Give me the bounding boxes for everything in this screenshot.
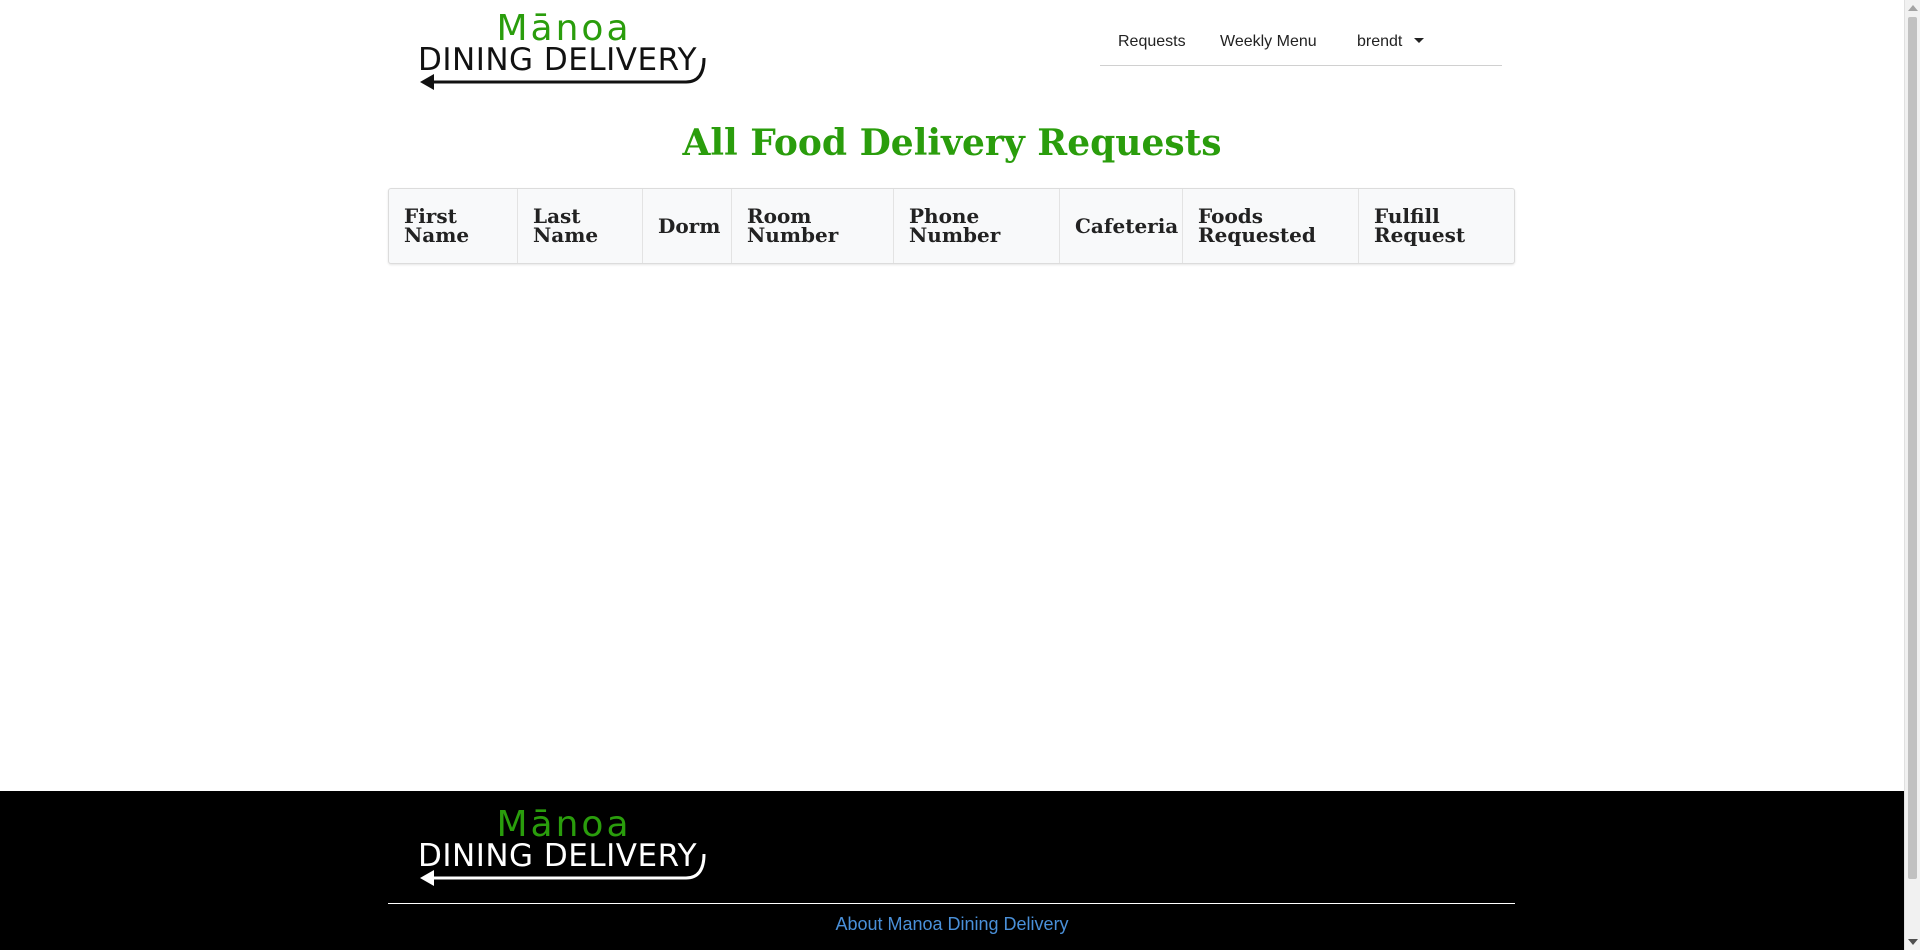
header-first-name: First Name — [389, 189, 518, 263]
nav-user-dropdown[interactable]: brendt — [1357, 32, 1425, 52]
scroll-thumb[interactable] — [1908, 17, 1917, 879]
nav-user-label: brendt — [1357, 33, 1403, 50]
nav-requests[interactable]: Requests — [1118, 32, 1186, 52]
vertical-scrollbar[interactable] — [1904, 0, 1920, 950]
caret-down-icon — [1414, 38, 1425, 43]
header-logo[interactable]: Mānoa DINING DELIVERY — [418, 8, 710, 90]
footer-logo-arrow-icon — [420, 854, 706, 886]
header-last-name: Last Name — [518, 189, 643, 263]
header-phone-number: Phone Number — [894, 189, 1060, 263]
footer: Mānoa DINING DELIVERY About Manoa Dining… — [0, 791, 1904, 950]
header-cafeteria: Cafeteria — [1060, 189, 1183, 263]
footer-divider — [388, 903, 1515, 904]
main-nav: Requests Weekly Menu brendt — [1100, 22, 1502, 66]
header-foods-requested: Foods Requested — [1183, 189, 1359, 263]
nav-weekly-menu[interactable]: Weekly Menu — [1220, 32, 1317, 52]
scroll-up-arrow-icon[interactable] — [1908, 5, 1918, 11]
scroll-down-arrow-icon[interactable] — [1908, 939, 1918, 945]
header-dorm: Dorm — [643, 189, 732, 263]
about-link[interactable]: About Manoa Dining Delivery — [0, 912, 1904, 936]
footer-logo[interactable]: Mānoa DINING DELIVERY — [418, 804, 710, 886]
page: Mānoa DINING DELIVERY Requests Weekly Me… — [0, 0, 1904, 950]
about-link-label[interactable]: About Manoa Dining Delivery — [835, 914, 1068, 934]
logo-arrow-icon — [420, 58, 706, 90]
header-fulfill-request: Fulfill Request — [1374, 204, 1466, 247]
page-title: All Food Delivery Requests — [682, 122, 1222, 164]
requests-table: First Name Last Name Dorm Room Number Ph… — [388, 188, 1515, 264]
header-room-number: Room Number — [732, 189, 894, 263]
